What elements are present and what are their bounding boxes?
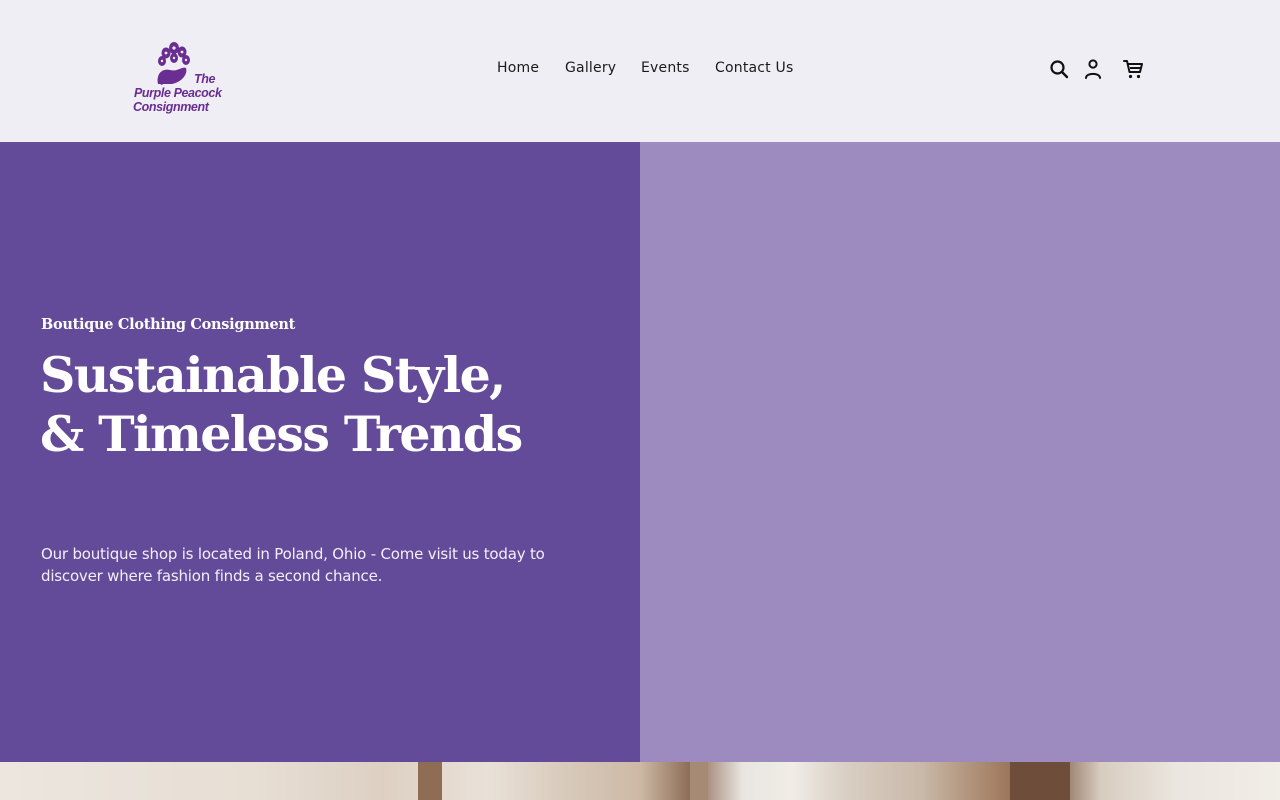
- hero-headline: Sustainable Style, & Timeless Trends: [40, 346, 600, 464]
- cart-icon: [1123, 60, 1143, 79]
- account-icon: [1085, 59, 1101, 79]
- clothing-photo: [0, 762, 1280, 800]
- hero-eyebrow: Boutique Clothing Consignment: [41, 316, 296, 333]
- logo-text-line2: Purple Peacock: [134, 86, 222, 100]
- nav-gallery[interactable]: Gallery: [565, 60, 616, 76]
- search-button[interactable]: [1048, 58, 1070, 80]
- cart-button[interactable]: [1122, 58, 1144, 80]
- site-header: The Purple Peacock Consignment Home Gall…: [0, 0, 1280, 142]
- hero-headline-line1: Sustainable Style,: [40, 346, 506, 404]
- photo-garment-detail: [1010, 762, 1070, 800]
- photo-hanger-detail: [418, 762, 442, 800]
- nav-home[interactable]: Home: [497, 60, 539, 76]
- brand-logo[interactable]: The Purple Peacock Consignment: [130, 40, 225, 120]
- hero-description: Our boutique shop is located in Poland, …: [41, 545, 545, 585]
- search-icon: [1050, 60, 1069, 79]
- nav-events[interactable]: Events: [641, 60, 690, 76]
- account-button[interactable]: [1082, 58, 1104, 80]
- hero-headline-line2: & Timeless Trends: [40, 405, 523, 463]
- logo-text-line3: Consignment: [133, 100, 209, 114]
- nav-contact-us[interactable]: Contact Us: [715, 60, 793, 76]
- hero-text-panel: Boutique Clothing Consignment Sustainabl…: [0, 142, 640, 762]
- hero-image-panel: [640, 142, 1280, 762]
- photo-fabric-detail: [690, 762, 708, 800]
